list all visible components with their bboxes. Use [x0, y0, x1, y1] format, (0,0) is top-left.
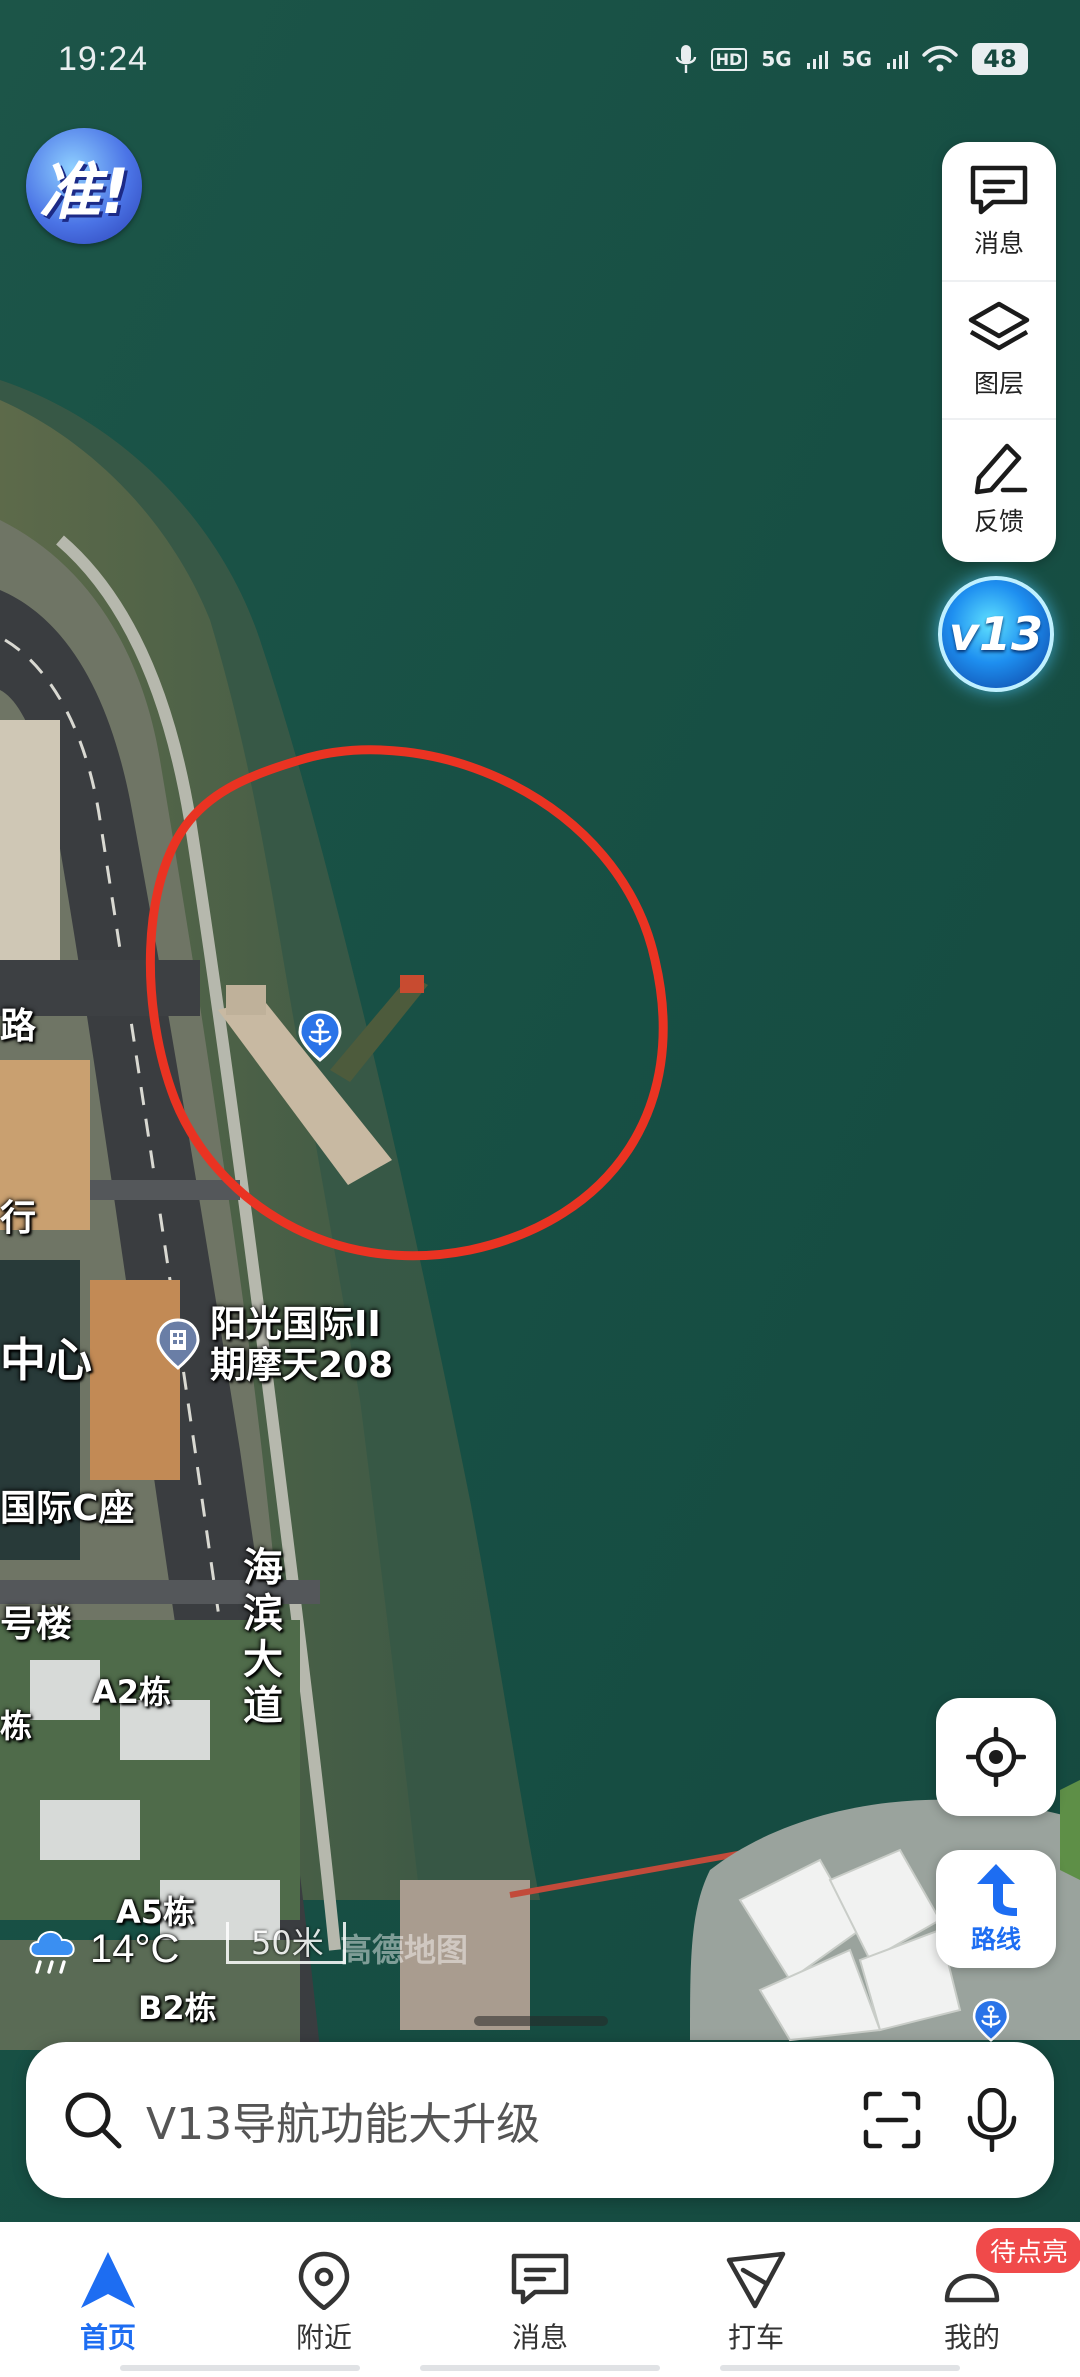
anchor-pin-icon[interactable]	[298, 1010, 342, 1062]
nav-messages[interactable]: 消息	[470, 2250, 610, 2356]
building-label-dong[interactable]: 栋	[0, 1708, 32, 1745]
edit-pencil-icon	[974, 443, 1028, 495]
map-app-screen: 路 行 中心 阳光国际II 期摩天208 国际C座 号楼 A2栋 栋 A5栋 B…	[0, 0, 1080, 2377]
poi-label-sunshine[interactable]: 阳光国际II 期摩天208	[210, 1304, 393, 1387]
signal-bars-icon	[806, 51, 828, 69]
version-orb-button[interactable]: v13	[938, 576, 1054, 692]
weather-temperature: 14°C	[90, 1926, 180, 1971]
road-label[interactable]: 路	[0, 1006, 36, 1047]
nav-profile[interactable]: 待点亮 我的	[902, 2228, 1080, 2356]
brand-badge[interactable]: 准!	[26, 128, 142, 244]
rain-cloud-icon	[29, 1931, 75, 1974]
hd-icon: HD	[710, 47, 748, 71]
signal-bars-icon	[887, 51, 908, 69]
nav-home[interactable]: 首页	[38, 2250, 178, 2356]
route-button-label: 路线	[970, 1925, 1021, 1954]
battery-indicator: 48	[972, 43, 1028, 75]
nav-progress-rails	[0, 2365, 1080, 2373]
location-pin-icon	[298, 2251, 350, 2310]
crosshair-icon	[966, 1727, 1026, 1787]
message-icon	[970, 165, 1028, 215]
building-pin-icon[interactable]	[156, 1318, 200, 1370]
weather-widget[interactable]: 14°C	[24, 1920, 179, 1978]
wifi-icon	[922, 45, 958, 72]
search-input[interactable]: V13导航功能大升级	[146, 2088, 818, 2152]
microphone-icon	[967, 2088, 1017, 2152]
search-icon	[65, 2092, 122, 2149]
message-icon	[511, 2253, 569, 2305]
map-scale-bar: 50米	[226, 1922, 346, 1964]
scale-label: 50米	[251, 1924, 324, 1962]
navigation-arrow-icon	[81, 2252, 135, 2308]
nav-profile-badge: 待点亮	[975, 2228, 1080, 2273]
status-icons: HD 5G 5G 48	[675, 43, 1028, 75]
layers-tool[interactable]: 图层	[942, 280, 1056, 418]
nav-profile-label: 我的	[943, 2321, 1000, 2354]
map-tool-panel: 消息 图层 反馈	[942, 142, 1056, 562]
messages-tool[interactable]: 消息	[942, 142, 1056, 280]
road-label-haibin[interactable]: 海滨大道	[236, 1546, 282, 1730]
nav-nearby[interactable]: 附近	[254, 2250, 394, 2356]
locate-me-button[interactable]	[936, 1698, 1056, 1816]
taxi-icon	[726, 2251, 786, 2309]
version-orb-text: v13	[949, 607, 1043, 661]
nav-taxi-label: 打车	[727, 2321, 784, 2354]
nav-messages-label: 消息	[511, 2321, 568, 2354]
bottom-navigation: 首页 附近 消息 打车 待点亮 我的	[0, 2222, 1080, 2377]
feedback-tool[interactable]: 反馈	[942, 418, 1056, 556]
layers-icon	[968, 301, 1030, 351]
status-time: 19:24	[58, 39, 149, 78]
voice-search-button[interactable]	[966, 2088, 1018, 2152]
anchor-pin-icon[interactable]	[972, 1998, 1010, 2042]
route-arrow-icon	[977, 1864, 1017, 1916]
search-bar[interactable]: V13导航功能大升级	[26, 2042, 1054, 2198]
route-button[interactable]: 路线	[936, 1850, 1056, 1968]
scan-icon	[863, 2091, 921, 2149]
center-label[interactable]: 中心	[0, 1334, 92, 1387]
nav-nearby-label: 附近	[295, 2321, 352, 2354]
nav-home-label: 首页	[79, 2321, 136, 2354]
signal-5g-icon: 5G	[841, 47, 872, 71]
feedback-tool-label: 反馈	[973, 507, 1024, 536]
building-label-a2[interactable]: A2栋	[92, 1674, 171, 1711]
signal-5g-icon: 5G	[761, 47, 792, 71]
microphone-status-icon	[675, 45, 696, 73]
messages-tool-label: 消息	[973, 229, 1024, 258]
building-label-hao[interactable]: 号楼	[0, 1604, 72, 1645]
layers-tool-label: 图层	[973, 369, 1024, 398]
map-watermark: 高德地图	[340, 1931, 469, 1969]
status-bar: 19:24 HD 5G 5G 48	[0, 0, 1080, 118]
scan-button[interactable]	[862, 2090, 922, 2150]
sheet-handle[interactable]	[474, 2016, 608, 2026]
nav-taxi[interactable]: 打车	[686, 2250, 826, 2356]
building-label-c[interactable]: 国际C座	[0, 1488, 134, 1529]
bank-label[interactable]: 行	[0, 1198, 36, 1239]
brand-badge-text: 准!	[38, 155, 130, 228]
building-label-b2[interactable]: B2栋	[138, 1990, 217, 2027]
